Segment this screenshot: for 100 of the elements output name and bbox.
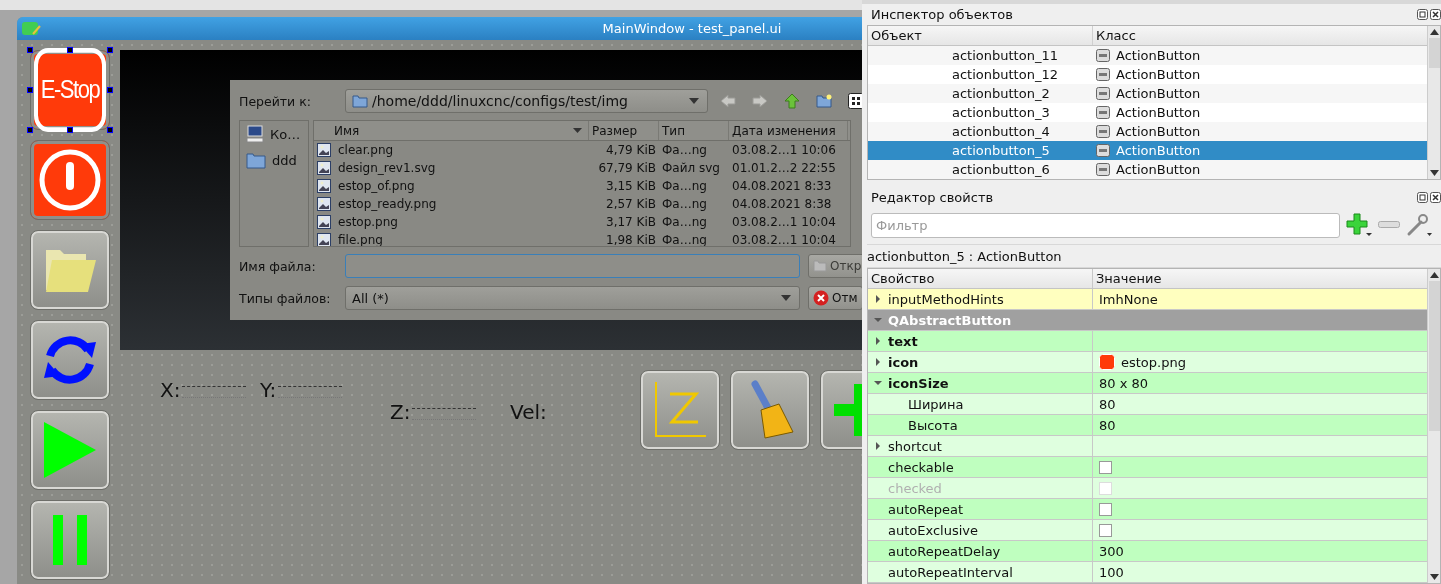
file-name-cell[interactable]: estop_ready.png: [314, 197, 589, 211]
scroll-up-icon[interactable]: [1429, 272, 1439, 278]
property-name: checked: [888, 480, 942, 496]
axis-z-icon: [652, 380, 708, 440]
expand-arrow-icon[interactable]: [874, 442, 882, 450]
file-name-cell[interactable]: clear.png: [314, 143, 589, 157]
property-value[interactable]: estop.png: [1121, 354, 1186, 370]
file-name-input[interactable]: [345, 254, 800, 278]
push-button-icon: [1096, 49, 1110, 62]
object-row[interactable]: actionbutton_2 ActionButton: [868, 84, 1427, 103]
selection-handle[interactable]: [27, 47, 33, 53]
file-type-cell-text: Фа…ng: [661, 143, 708, 157]
selection-handle[interactable]: [27, 87, 33, 93]
property-value[interactable]: 80: [1099, 396, 1116, 412]
power-button[interactable]: [30, 140, 110, 220]
places-item[interactable]: Ко…: [246, 125, 308, 143]
expand-arrow-icon[interactable]: [874, 358, 882, 366]
selection-handle[interactable]: [107, 47, 113, 53]
object-row[interactable]: actionbutton_6 ActionButton: [868, 160, 1427, 179]
column-header[interactable]: Имя: [314, 121, 589, 140]
property-value[interactable]: 80: [1099, 417, 1116, 433]
folder-button[interactable]: [30, 230, 110, 310]
file-name-cell[interactable]: estop_of.png: [314, 179, 589, 193]
pause-icon: [53, 515, 87, 565]
dropdown-caret-icon: [689, 98, 699, 104]
scrollbar[interactable]: [1427, 26, 1440, 179]
folder-icon: [352, 94, 368, 108]
open-button[interactable]: Откр: [808, 254, 862, 278]
expand-arrow-icon[interactable]: [874, 295, 882, 303]
column-header[interactable]: Размер: [589, 121, 659, 140]
scroll-down-icon[interactable]: [1429, 574, 1439, 580]
app-logo-icon: [21, 21, 41, 37]
close-icon[interactable]: [1430, 9, 1441, 20]
up-arrow-icon[interactable]: [784, 93, 800, 109]
push-button-icon: [1096, 87, 1110, 100]
float-icon[interactable]: [1417, 191, 1428, 203]
checkbox[interactable]: [1099, 502, 1112, 516]
push-button-icon: [1096, 106, 1110, 119]
refresh-button[interactable]: [30, 320, 110, 400]
image-file-icon: [317, 161, 331, 175]
add-icon[interactable]: [1346, 213, 1372, 237]
checkbox[interactable]: [1099, 523, 1112, 537]
selection-handle[interactable]: [27, 127, 33, 133]
places-item[interactable]: ddd: [246, 151, 308, 169]
new-folder-icon[interactable]: [816, 94, 832, 108]
object-row[interactable]: actionbutton_11 ActionButton: [868, 46, 1427, 65]
expand-arrow-icon[interactable]: [874, 316, 882, 324]
property-value[interactable]: 100: [1099, 564, 1124, 580]
filter-input[interactable]: Фильтр: [871, 212, 1340, 238]
expand-arrow-icon[interactable]: [874, 337, 882, 345]
scrollbar[interactable]: [1427, 269, 1440, 583]
grid-view-icon[interactable]: [848, 93, 862, 109]
selection-handle[interactable]: [67, 47, 73, 53]
cancel-icon: [813, 290, 829, 306]
scroll-down-icon[interactable]: [1429, 170, 1439, 176]
file-name-cell[interactable]: design_rev1.svg: [314, 161, 589, 175]
sort-caret-icon: [573, 128, 582, 133]
wrench-icon[interactable]: [1406, 213, 1432, 237]
forward-arrow-icon[interactable]: [752, 94, 768, 108]
cancel-button[interactable]: Отм: [808, 286, 862, 310]
brush-button[interactable]: [730, 370, 810, 450]
pause-button[interactable]: [30, 500, 110, 580]
property-value[interactable]: 80 x 80: [1099, 375, 1149, 391]
close-icon[interactable]: [1430, 191, 1441, 203]
float-icon[interactable]: [1417, 9, 1428, 20]
folder-icon: [813, 260, 827, 272]
file-type-cell-text: Файл svg: [661, 161, 721, 175]
file-name-cell[interactable]: file.png: [314, 233, 589, 246]
column-header[interactable]: Тип: [659, 121, 729, 140]
selection-handle[interactable]: [107, 87, 113, 93]
checkbox[interactable]: [1099, 460, 1112, 474]
back-arrow-icon[interactable]: [720, 94, 736, 108]
estop-thumbnail-icon: [1099, 354, 1115, 370]
property-value[interactable]: 300: [1099, 543, 1124, 559]
property-name: text: [888, 333, 918, 349]
play-button[interactable]: [30, 410, 110, 490]
file-type-combo[interactable]: All (*): [345, 286, 800, 310]
column-header[interactable]: Объект: [868, 26, 1093, 45]
push-button-icon: [1096, 125, 1110, 138]
column-header[interactable]: Значение: [1093, 269, 1427, 288]
selection-handle[interactable]: [107, 127, 113, 133]
play-icon: [42, 420, 98, 480]
scroll-up-icon[interactable]: [1429, 29, 1439, 35]
object-row[interactable]: actionbutton_5 ActionButton: [868, 141, 1427, 160]
path-combo[interactable]: /home/ddd/linuxcnc/configs/test/img: [345, 89, 708, 113]
selection-handle[interactable]: [67, 127, 73, 133]
scrollbar-thumb[interactable]: [1428, 281, 1440, 431]
object-row[interactable]: actionbutton_4 ActionButton: [868, 122, 1427, 141]
readout-field: [412, 408, 477, 420]
remove-icon[interactable]: [1378, 221, 1400, 229]
file-size-cell-text: 67,79 KiB: [597, 161, 657, 175]
file-name-cell[interactable]: estop.png: [314, 215, 589, 229]
column-header[interactable]: Дата изменения: [729, 121, 848, 140]
expand-arrow-icon[interactable]: [874, 379, 882, 387]
scrollbar-thumb[interactable]: [1428, 38, 1440, 68]
zero-button[interactable]: [640, 370, 720, 450]
column-header[interactable]: Свойство: [868, 269, 1093, 288]
column-header[interactable]: Класс: [1093, 26, 1427, 45]
property-value[interactable]: ImhNone: [1099, 291, 1158, 307]
estop-button[interactable]: E-Stop: [30, 50, 110, 130]
